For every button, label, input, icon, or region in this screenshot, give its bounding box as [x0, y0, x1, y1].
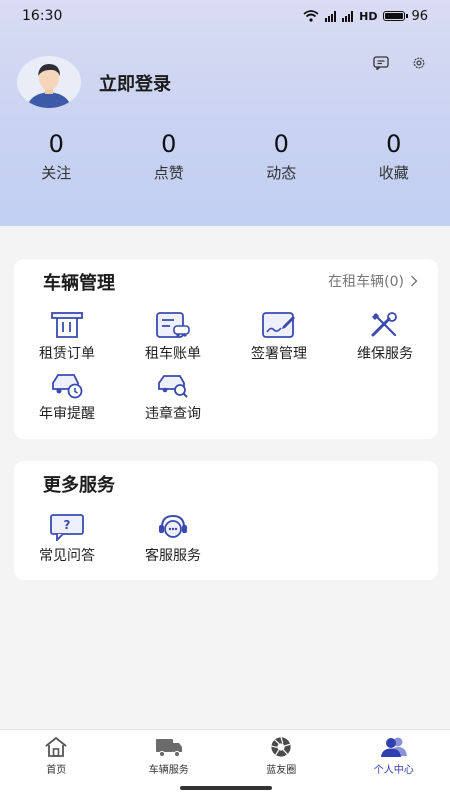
tile-label: 常见问答 — [39, 548, 95, 564]
tile-label: 年审提醒 — [39, 406, 95, 422]
annual-inspection-icon — [52, 374, 83, 399]
rental-orders-tile[interactable]: 租赁订单 — [14, 311, 120, 363]
chevron-right-icon — [411, 275, 418, 287]
status-bar: 16:30 HD 96 — [0, 0, 450, 32]
maintenance-icon — [371, 312, 397, 337]
tile-label: 租赁订单 — [39, 346, 95, 362]
violation-search-icon — [158, 375, 188, 398]
tab-personal-center[interactable]: 个人中心 — [338, 736, 450, 776]
tab-label: 车辆服务 — [148, 765, 189, 776]
tab-label: 首页 — [46, 765, 67, 776]
vehicle-management-card: 车辆管理 在租车辆(0) 租赁订单 租车账单 签署管理 维保服务 年审提醒 违章… — [14, 259, 438, 439]
stat-value: 0 — [273, 130, 289, 158]
stat-posts[interactable]: 0 动态 — [225, 130, 338, 183]
home-indicator — [180, 786, 272, 790]
stat-value: 0 — [386, 130, 402, 158]
aperture-icon — [271, 737, 291, 757]
sign-icon — [262, 312, 295, 338]
battery-icon — [383, 11, 409, 21]
tile-label: 签署管理 — [251, 346, 307, 362]
customer-service-icon — [159, 514, 187, 538]
network-type: HD — [359, 9, 378, 23]
home-icon — [45, 736, 67, 757]
stat-label: 点赞 — [153, 164, 184, 182]
status-time: 16:30 — [22, 8, 63, 24]
customer-service-tile[interactable]: 客服服务 — [120, 513, 226, 565]
rented-vehicles-label: 在租车辆(0) — [328, 274, 404, 290]
tile-label: 违章查询 — [145, 406, 201, 422]
annual-inspection-tile[interactable]: 年审提醒 — [14, 371, 120, 423]
tab-friends-circle[interactable]: 蓝友圈 — [225, 736, 338, 776]
violation-search-tile[interactable]: 违章查询 — [120, 371, 226, 423]
status-indicators: HD 96 — [303, 9, 428, 24]
faq-tile[interactable]: ? 常见问答 — [14, 513, 120, 565]
avatar[interactable] — [17, 56, 81, 108]
stat-label: 关注 — [41, 164, 72, 182]
card-title: 车辆管理 — [43, 273, 115, 294]
rental-bills-tile[interactable]: 租车账单 — [120, 311, 226, 363]
profile-header — [0, 0, 450, 226]
tab-label: 蓝友圈 — [266, 765, 297, 776]
wifi-icon — [303, 10, 319, 22]
tab-label: 个人中心 — [373, 765, 414, 776]
tile-label: 客服服务 — [145, 548, 201, 564]
signal-icon — [325, 10, 337, 22]
tile-label: 维保服务 — [357, 346, 413, 362]
tab-vehicle-services[interactable]: 车辆服务 — [113, 736, 226, 776]
svg-text:?: ? — [64, 518, 71, 532]
stat-value: 0 — [161, 130, 177, 158]
tab-home[interactable]: 首页 — [0, 736, 113, 776]
rental-bill-icon — [156, 312, 190, 338]
battery-level: 96 — [411, 8, 428, 24]
stats-row: 0 关注 0 点赞 0 动态 0 收藏 — [0, 130, 450, 183]
user-group-icon — [380, 737, 407, 757]
more-services-card: 更多服务 ? 常见问答 客服服务 — [14, 461, 438, 580]
card-title: 更多服务 — [43, 475, 115, 496]
tile-label: 租车账单 — [145, 346, 201, 362]
stat-follow[interactable]: 0 关注 — [0, 130, 113, 183]
login-link[interactable]: 立即登录 — [99, 70, 171, 96]
stat-likes[interactable]: 0 点赞 — [113, 130, 226, 183]
message-icon[interactable] — [373, 56, 389, 70]
sign-management-tile[interactable]: 签署管理 — [226, 311, 332, 363]
truck-icon — [155, 739, 182, 758]
rented-vehicles-link[interactable]: 在租车辆(0) — [328, 271, 418, 291]
gear-icon[interactable] — [411, 56, 427, 70]
signal-icon-2 — [342, 10, 354, 22]
stat-favorites[interactable]: 0 收藏 — [338, 130, 450, 183]
stat-label: 动态 — [266, 164, 297, 182]
rental-order-icon — [51, 312, 83, 338]
faq-icon: ? — [50, 514, 84, 541]
maintenance-tile[interactable]: 维保服务 — [332, 311, 438, 363]
stat-value: 0 — [48, 130, 64, 158]
stat-label: 收藏 — [378, 164, 409, 182]
